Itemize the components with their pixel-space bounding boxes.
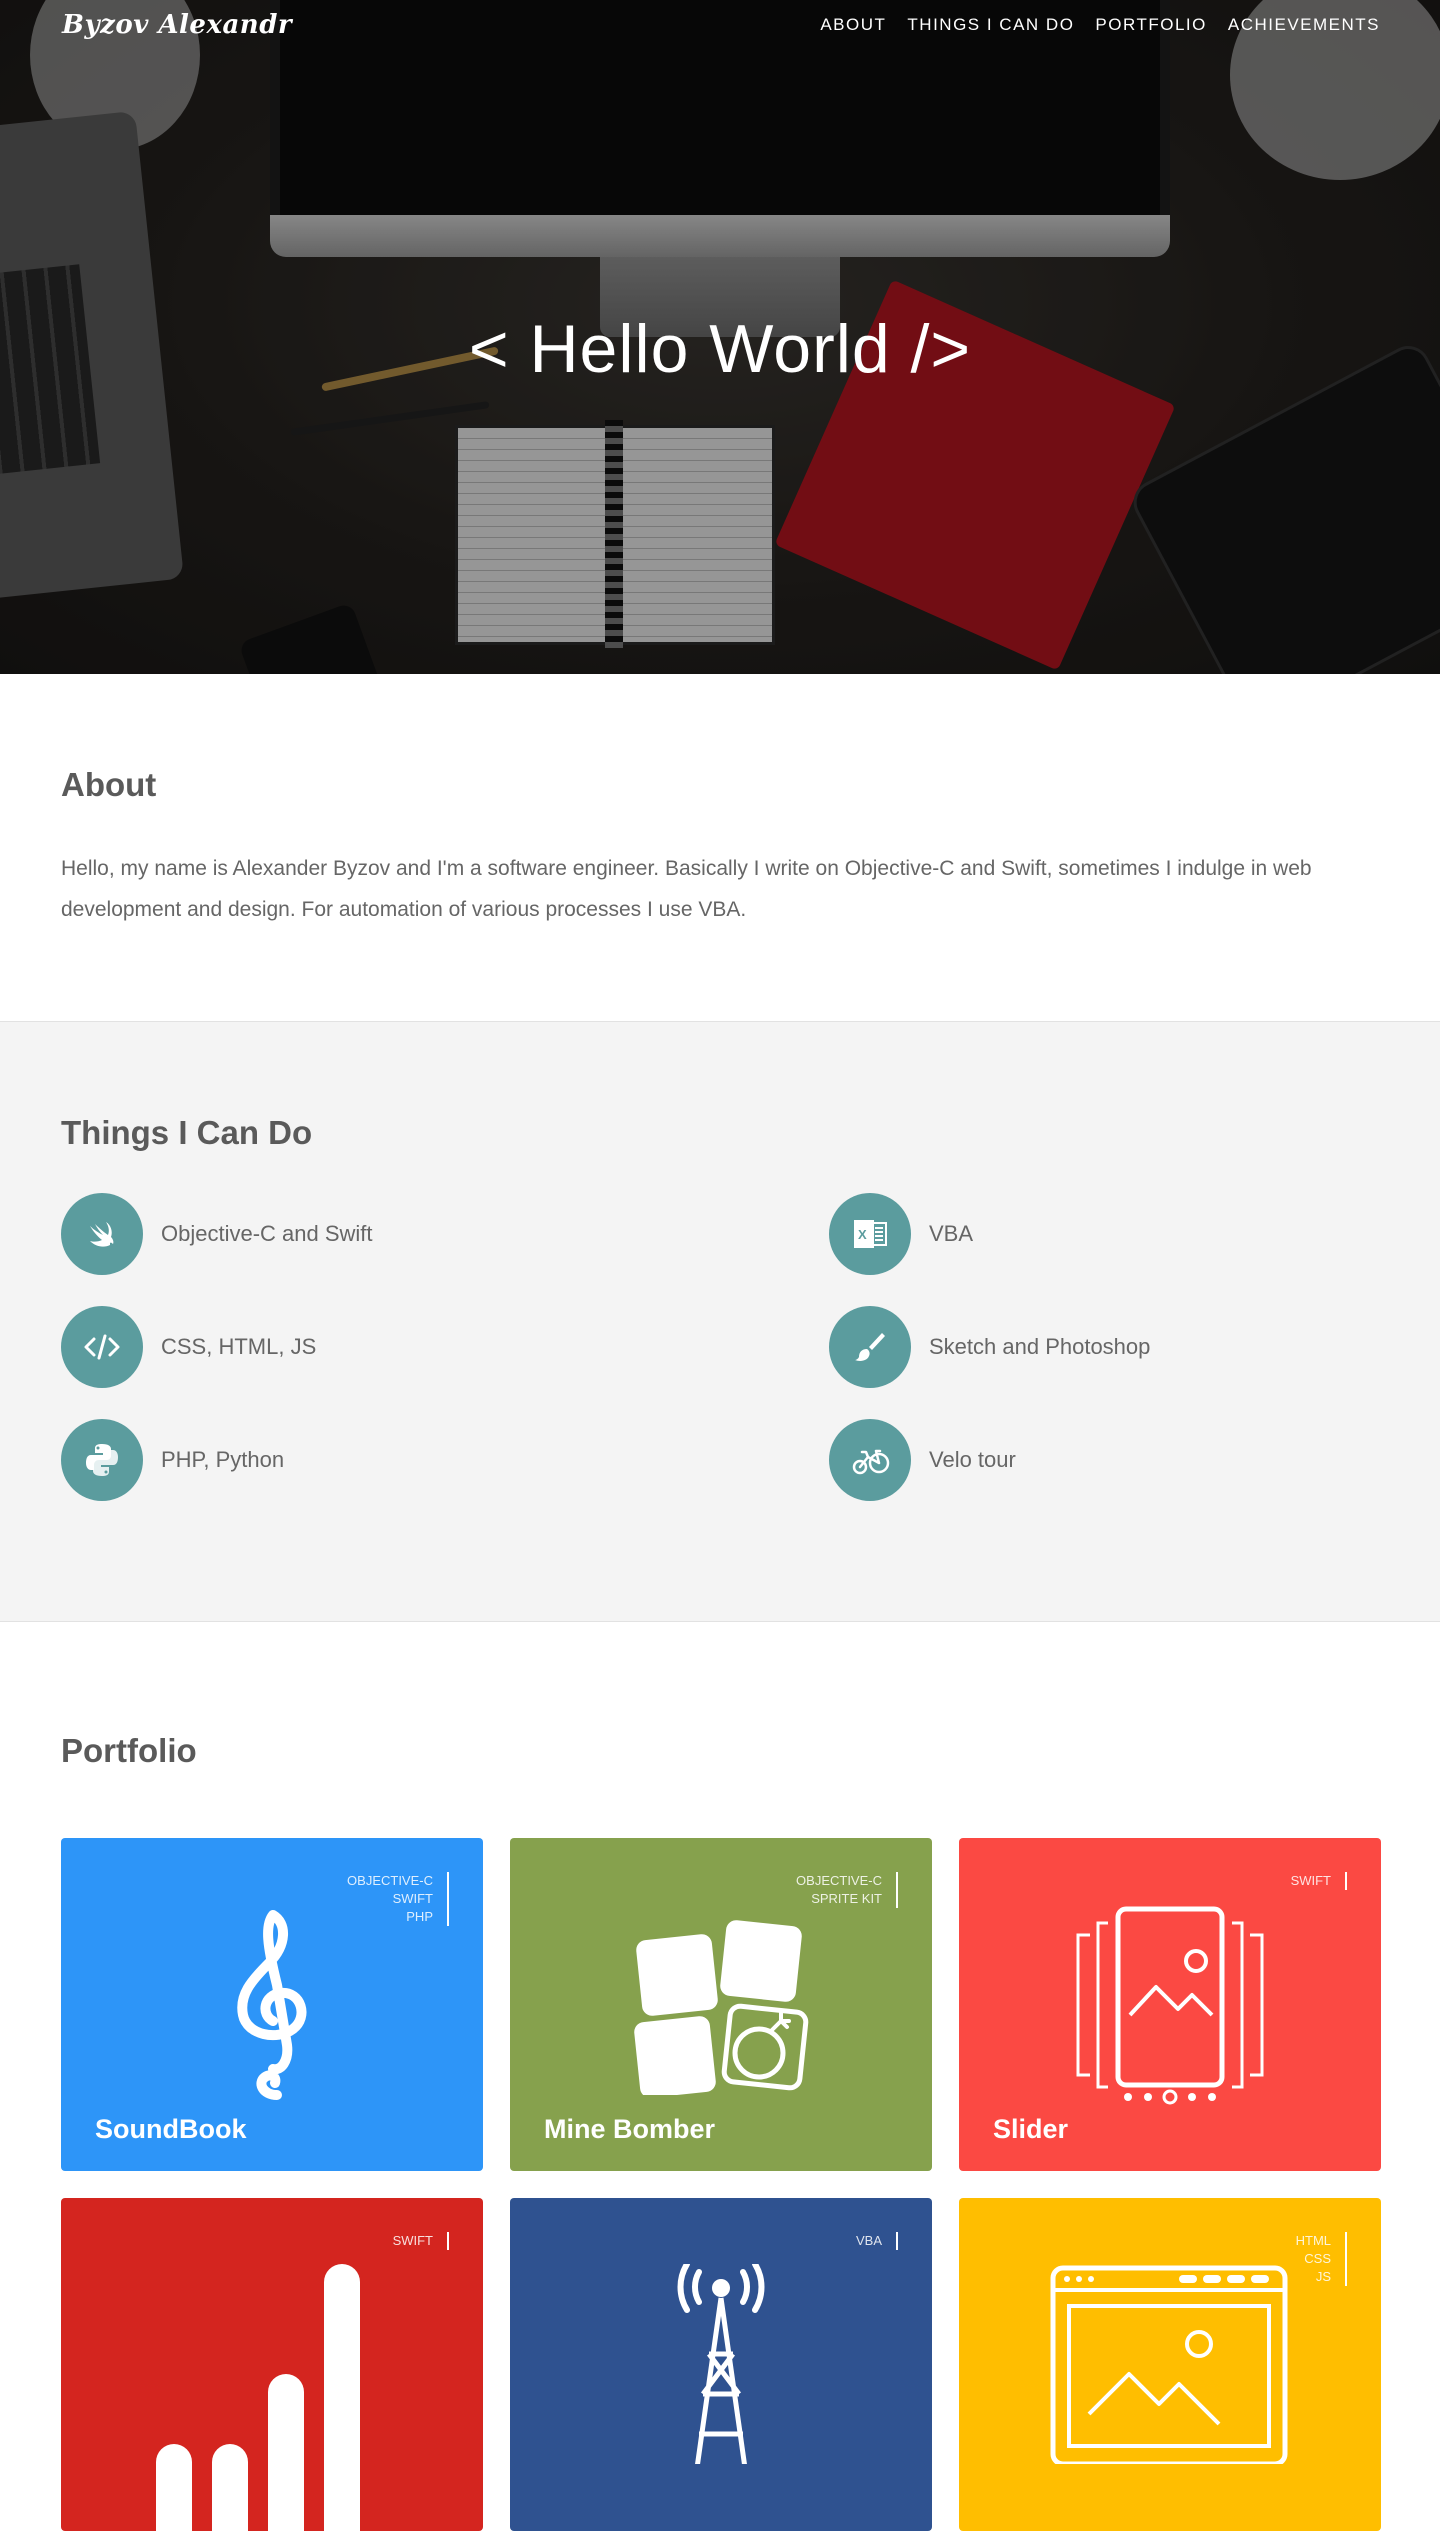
code-icon xyxy=(61,1306,143,1388)
tile-tag: OBJECTIVE-C xyxy=(796,1873,882,1888)
portfolio-grid: OBJECTIVE-C SWIFT PHP SoundBook OBJECTIV… xyxy=(61,1838,1381,2531)
treble-clef-icon xyxy=(237,1909,307,2100)
portfolio-tile-web-app[interactable]: HTML CSS JS xyxy=(959,2198,1381,2531)
tile-tags: OBJECTIVE-C SWIFT PHP xyxy=(347,1872,449,1926)
tile-tag: VBA xyxy=(855,2233,882,2248)
skills-grid: Objective-C and Swift X VBA CSS, HTML, J… xyxy=(61,1193,1379,1501)
hero: Byzov Alexandr ABOUT THINGS I CAN DO POR… xyxy=(0,0,1440,674)
skill-item: Velo tour xyxy=(829,1419,1389,1501)
nav-link-things-i-can-do[interactable]: THINGS I CAN DO xyxy=(907,15,1074,35)
tile-tag: SWIFT xyxy=(1290,1873,1331,1888)
tile-tag: SWIFT xyxy=(392,1891,433,1906)
excel-icon: X xyxy=(829,1193,911,1275)
tile-tag: HTML xyxy=(1295,2233,1331,2248)
tile-tags: SWIFT xyxy=(1291,1872,1347,1890)
tile-tag: JS xyxy=(1315,2269,1331,2284)
portfolio-tile-slider[interactable]: SWIFT Slider xyxy=(959,1838,1381,2171)
nav-link-about[interactable]: ABOUT xyxy=(820,15,886,35)
portfolio-section: Portfolio OBJECTIVE-C SWIFT PHP SoundBoo… xyxy=(0,1622,1440,2531)
tile-tag: OBJECTIVE-C xyxy=(347,1873,433,1888)
tile-tags: OBJECTIVE-C SPRITE KIT xyxy=(796,1872,898,1908)
portfolio-tile-soundbook[interactable]: OBJECTIVE-C SWIFT PHP SoundBook xyxy=(61,1838,483,2171)
about-text: Hello, my name is Alexander Byzov and I'… xyxy=(61,857,1312,921)
portfolio-tile-chart-app[interactable]: SWIFT xyxy=(61,2198,483,2531)
skill-label: Objective-C and Swift xyxy=(161,1221,373,1246)
skill-label: Velo tour xyxy=(929,1447,1016,1472)
about-heading: About xyxy=(61,766,157,803)
skills-heading: Things I Can Do xyxy=(61,1114,313,1151)
nav-link-achievements[interactable]: ACHIEVEMENTS xyxy=(1228,15,1380,35)
tile-tag: PHP xyxy=(406,1909,433,1924)
tile-title: SoundBook xyxy=(95,2114,247,2144)
skills-section: Things I Can Do Objective-C and Swift X … xyxy=(0,1022,1440,1622)
skill-item: CSS, HTML, JS xyxy=(61,1306,829,1388)
skill-label: VBA xyxy=(929,1221,974,1246)
skill-label: PHP, Python xyxy=(161,1447,285,1472)
tile-tags: HTML CSS JS xyxy=(1296,2232,1347,2286)
skill-item: X VBA xyxy=(829,1193,1389,1275)
skill-item: Sketch and Photoshop xyxy=(829,1306,1389,1388)
tile-title: Slider xyxy=(993,2114,1069,2144)
nav-link-portfolio[interactable]: PORTFOLIO xyxy=(1095,15,1206,35)
skill-item: Objective-C and Swift xyxy=(61,1193,829,1275)
svg-text:X: X xyxy=(858,1227,867,1242)
browser-image-icon xyxy=(1050,2265,1288,2464)
tile-tags: VBA xyxy=(856,2232,898,2250)
minesweeper-icon xyxy=(634,1919,809,2095)
tile-tags: SWIFT xyxy=(393,2232,449,2250)
tile-title: Mine Bomber xyxy=(544,2114,716,2144)
skill-label: Sketch and Photoshop xyxy=(929,1334,1151,1359)
hero-title: < Hello World /> xyxy=(468,311,972,387)
brush-icon xyxy=(829,1306,911,1388)
portfolio-tile-vba-app[interactable]: VBA xyxy=(510,2198,932,2531)
tile-tag: CSS xyxy=(1304,2251,1331,2266)
portfolio-heading: Portfolio xyxy=(61,1732,197,1769)
tile-tag: SWIFT xyxy=(392,2233,433,2248)
about-section: About Hello, my name is Alexander Byzov … xyxy=(0,674,1440,1022)
nav-links: ABOUT THINGS I CAN DO PORTFOLIO ACHIEVEM… xyxy=(799,15,1380,35)
radio-tower-icon xyxy=(677,2264,765,2464)
skill-item: PHP, Python xyxy=(61,1419,829,1501)
slider-phone-icon xyxy=(1076,1906,1264,2104)
portfolio-tile-mine-bomber[interactable]: OBJECTIVE-C SPRITE KIT Mine Bomber xyxy=(510,1838,932,2171)
swift-icon xyxy=(61,1193,143,1275)
bar-chart-icon xyxy=(156,2264,360,2531)
tile-tag: SPRITE KIT xyxy=(811,1891,882,1906)
brand-logo[interactable]: Byzov Alexandr xyxy=(62,10,292,40)
skill-label: CSS, HTML, JS xyxy=(161,1334,317,1359)
bicycle-icon xyxy=(829,1419,911,1501)
top-nav: Byzov Alexandr ABOUT THINGS I CAN DO POR… xyxy=(0,0,1440,50)
python-icon xyxy=(61,1419,143,1501)
